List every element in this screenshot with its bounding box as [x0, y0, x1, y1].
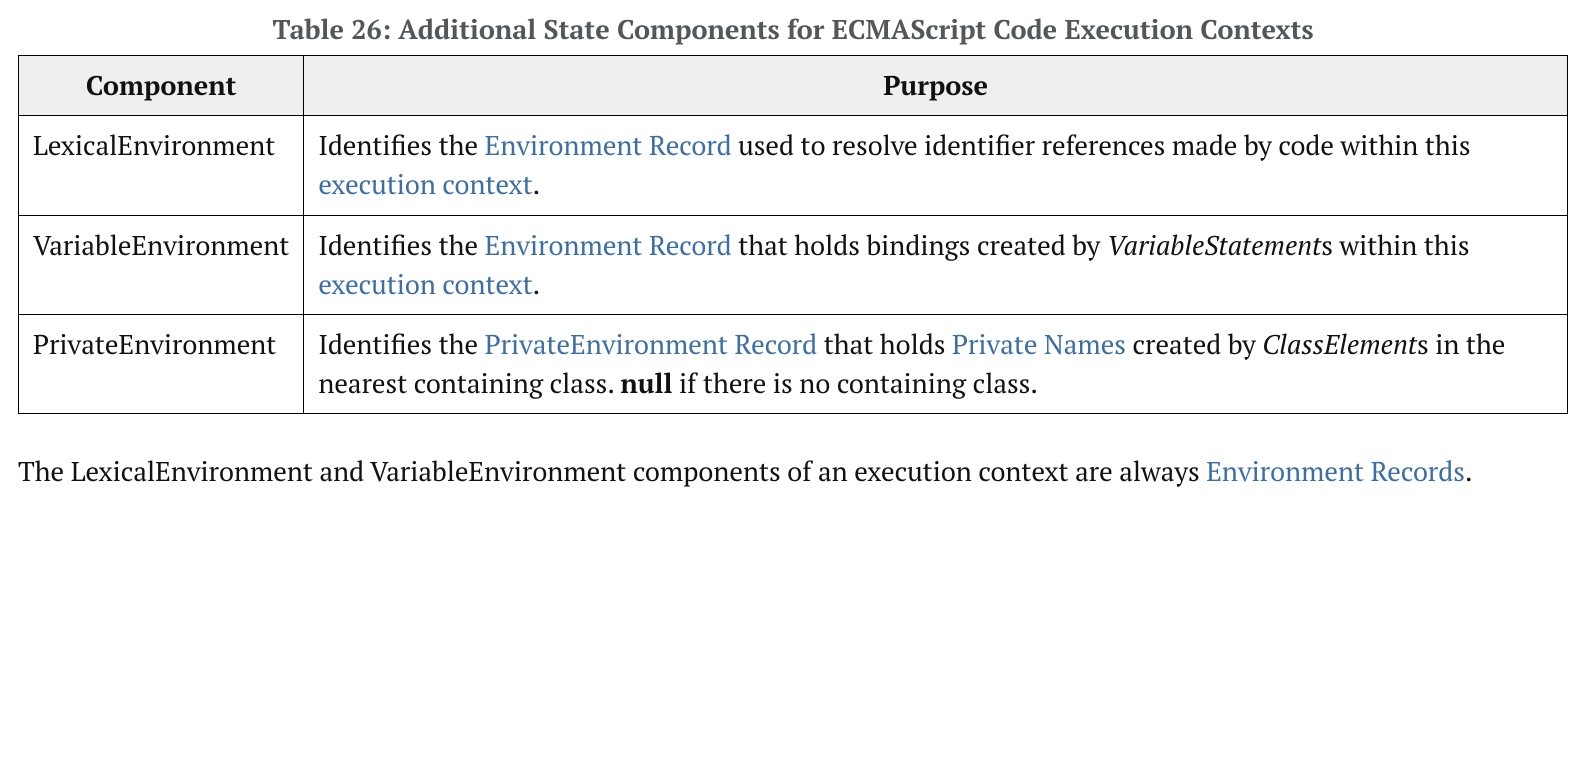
cell-purpose: Identifies the Environment Record that h… — [304, 215, 1568, 314]
link-environment-records[interactable]: Environment Records — [1206, 453, 1465, 489]
table-row: PrivateEnvironment Identifies the Privat… — [19, 314, 1568, 413]
link-execution-context[interactable]: execution context — [318, 266, 532, 302]
term-classelement: ClassElement — [1262, 326, 1417, 362]
text: that holds bindings created by — [732, 227, 1107, 263]
text: used to resolve identifier references ma… — [732, 127, 1471, 163]
link-private-names[interactable]: Private Names — [952, 326, 1126, 362]
link-environment-record[interactable]: Environment Record — [485, 127, 732, 163]
paragraph-after-table: The LexicalEnvironment and VariableEnvir… — [18, 452, 1568, 491]
text: . — [533, 166, 541, 202]
text: s within this — [1321, 227, 1469, 263]
text: Identifies the — [318, 127, 484, 163]
link-environment-record[interactable]: Environment Record — [485, 227, 732, 263]
table-header-row: Component Purpose — [19, 56, 1568, 116]
text: Identifies the — [318, 227, 484, 263]
table-row: VariableEnvironment Identifies the Envir… — [19, 215, 1568, 314]
text: that holds — [817, 326, 952, 362]
table-caption: Table 26: Additional State Components fo… — [18, 10, 1568, 49]
cell-purpose: Identifies the Environment Record used t… — [304, 116, 1568, 215]
col-header-purpose: Purpose — [304, 56, 1568, 116]
term-variablestatement: VariableStatement — [1107, 227, 1322, 263]
col-header-component: Component — [19, 56, 304, 116]
text: . — [533, 266, 541, 302]
text: . — [1465, 453, 1473, 489]
link-privateenvironment-record[interactable]: PrivateEnvironment Record — [485, 326, 818, 362]
text: created by — [1126, 326, 1262, 362]
cell-component: VariableEnvironment — [19, 215, 304, 314]
text: Identifies the — [318, 326, 484, 362]
cell-purpose: Identifies the PrivateEnvironment Record… — [304, 314, 1568, 413]
text: if there is no containing class. — [672, 365, 1037, 401]
cell-component: PrivateEnvironment — [19, 314, 304, 413]
cell-component: LexicalEnvironment — [19, 116, 304, 215]
text: The LexicalEnvironment and VariableEnvir… — [18, 453, 1206, 489]
value-null: null — [620, 365, 672, 401]
link-execution-context[interactable]: execution context — [318, 166, 532, 202]
table-row: LexicalEnvironment Identifies the Enviro… — [19, 116, 1568, 215]
state-components-table: Component Purpose LexicalEnvironment Ide… — [18, 55, 1568, 414]
